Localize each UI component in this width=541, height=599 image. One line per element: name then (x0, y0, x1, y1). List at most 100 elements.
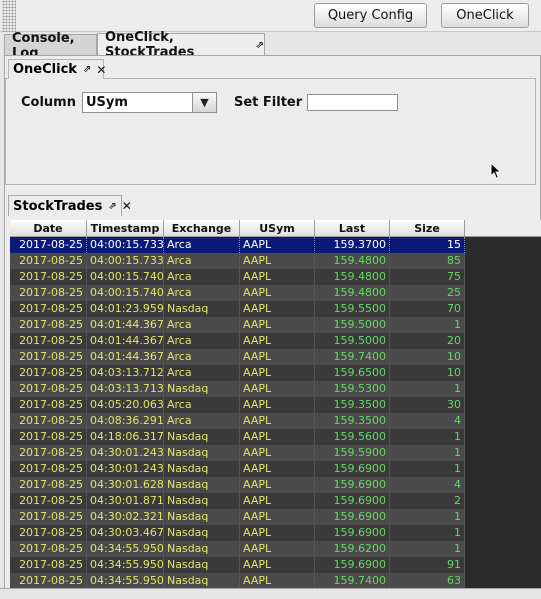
column-header-last[interactable]: Last (315, 220, 390, 237)
undock-icon[interactable]: ⇗ (108, 201, 116, 212)
cell-usym: AAPL (240, 301, 315, 317)
column-header-usym[interactable]: USym (240, 220, 315, 237)
tab-oneclick-stocktrades[interactable]: OneClick, StockTrades ⇗ (97, 30, 265, 60)
table-row[interactable]: 2017-08-25 04:34:55.950 Nasdaq AAPL 159.6200… (10, 541, 465, 557)
cell-exchange: Nasdaq (164, 557, 240, 573)
cell-size: 4 (390, 477, 465, 493)
cell-timestamp: 04:34:55.950 (87, 557, 164, 573)
cell-timestamp: 04:05:20.063 (87, 397, 164, 413)
table-row[interactable]: 2017-08-25 04:34:55.950 Nasdaq AAPL 159.7400… (10, 573, 465, 588)
cell-size: 1 (390, 541, 465, 557)
cell-exchange: Arca (164, 317, 240, 333)
query-config-button[interactable]: Query Config (314, 3, 427, 28)
cell-last: 159.5300 (315, 381, 390, 397)
table-row[interactable]: 2017-08-25 04:30:01.628 Nasdaq AAPL 159.6900… (10, 477, 465, 493)
stocktrades-tab-label: StockTrades (13, 198, 103, 214)
column-header-exchange[interactable]: Exchange (164, 220, 240, 237)
cell-usym: AAPL (240, 381, 315, 397)
cell-usym: AAPL (240, 461, 315, 477)
table-row[interactable]: 2017-08-25 04:18:06.317 Nasdaq AAPL 159.5600… (10, 429, 465, 445)
cell-exchange: Arca (164, 285, 240, 301)
table-row[interactable]: 2017-08-25 04:01:23.959 Nasdaq AAPL 159.5500… (10, 301, 465, 317)
cell-usym: AAPL (240, 237, 315, 253)
cell-date: 2017-08-25 (10, 285, 87, 301)
cell-date: 2017-08-25 (10, 253, 87, 269)
table-row[interactable]: 2017-08-25 04:00:15.740 Arca AAPL 159.4800 75 (10, 269, 465, 285)
cell-exchange: Nasdaq (164, 461, 240, 477)
cell-usym: AAPL (240, 285, 315, 301)
cell-size: 1 (390, 509, 465, 525)
cell-usym: AAPL (240, 429, 315, 445)
toolbar-grip-handle[interactable] (2, 0, 16, 32)
table-row[interactable]: 2017-08-25 04:01:44.367 Arca AAPL 159.5000 20 (10, 333, 465, 349)
oneclick-button[interactable]: OneClick (441, 3, 529, 28)
cell-size: 1 (390, 445, 465, 461)
tab-console-log[interactable]: Console, Log (4, 31, 97, 61)
cell-last: 159.6900 (315, 509, 390, 525)
cell-size: 1 (390, 317, 465, 333)
table-row[interactable]: 2017-08-25 04:34:55.950 Nasdaq AAPL 159.6900… (10, 557, 465, 573)
cell-size: 4 (390, 413, 465, 429)
cell-timestamp: 04:30:01.628 (87, 477, 164, 493)
cell-size: 1 (390, 525, 465, 541)
undock-icon[interactable]: ⇗ (83, 64, 91, 75)
cell-usym: AAPL (240, 413, 315, 429)
table-row[interactable]: 2017-08-25 04:03:13.712 Arca AAPL 159.6500 10 (10, 365, 465, 381)
set-filter-label: Set Filter : (234, 95, 312, 110)
table-row[interactable]: 2017-08-25 04:30:02.321 Nasdaq AAPL 159.6900… (10, 509, 465, 525)
table-row[interactable]: 2017-08-25 04:00:15.733 Arca AAPL 159.4800 85 (10, 253, 465, 269)
table-row[interactable]: 2017-08-25 04:30:01.243 Nasdaq AAPL 159.5900… (10, 445, 465, 461)
close-icon[interactable]: ✕ (96, 63, 106, 77)
cell-exchange: Arca (164, 333, 240, 349)
cell-timestamp: 04:34:55.950 (87, 541, 164, 557)
tab-stocktrades[interactable]: StockTrades ⇗ ✕ (8, 195, 132, 216)
cell-date: 2017-08-25 (10, 333, 87, 349)
cell-exchange: Nasdaq (164, 493, 240, 509)
chevron-down-icon[interactable]: ▼ (192, 93, 216, 112)
cell-date: 2017-08-25 (10, 413, 87, 429)
cell-exchange: Nasdaq (164, 477, 240, 493)
cell-exchange: Nasdaq (164, 301, 240, 317)
filter-input[interactable] (307, 94, 398, 111)
cell-timestamp: 04:03:13.713 (87, 381, 164, 397)
table-row[interactable]: 2017-08-25 04:08:36.291 Arca AAPL 159.3500 4 (10, 413, 465, 429)
cell-last: 159.6900 (315, 525, 390, 541)
cell-usym: AAPL (240, 541, 315, 557)
column-header-size[interactable]: Size (390, 220, 465, 237)
cell-exchange: Nasdaq (164, 445, 240, 461)
cell-exchange: Nasdaq (164, 381, 240, 397)
column-select[interactable]: USym ▼ (82, 92, 217, 113)
undock-icon[interactable]: ⇗ (256, 40, 264, 51)
cell-size: 1 (390, 381, 465, 397)
table-row[interactable]: 2017-08-25 04:01:44.367 Arca AAPL 159.7400 10 (10, 349, 465, 365)
table-row[interactable]: 2017-08-25 04:30:01.871 Nasdaq AAPL 159.6900… (10, 493, 465, 509)
table-row[interactable]: 2017-08-25 04:05:20.063 Arca AAPL 159.3500 30 (10, 397, 465, 413)
table-row[interactable]: 2017-08-25 04:03:13.713 Nasdaq AAPL 159.5300… (10, 381, 465, 397)
tab-oneclick[interactable]: OneClick ⇗ ✕ (8, 59, 106, 79)
oneclick-tab-label: OneClick (13, 62, 77, 77)
cell-size: 25 (390, 285, 465, 301)
cell-last: 159.4800 (315, 285, 390, 301)
close-icon[interactable]: ✕ (122, 199, 132, 213)
column-header-date[interactable]: Date (10, 220, 87, 237)
table-row[interactable]: 2017-08-25 04:00:15.733 Arca AAPL 159.3700 15 (10, 237, 465, 253)
table-row[interactable]: 2017-08-25 04:01:44.367 Arca AAPL 159.5000 1 (10, 317, 465, 333)
cell-date: 2017-08-25 (10, 269, 87, 285)
cell-last: 159.7400 (315, 573, 390, 588)
cell-date: 2017-08-25 (10, 477, 87, 493)
column-header-timestamp[interactable]: Timestamp (87, 220, 164, 237)
cell-date: 2017-08-25 (10, 237, 87, 253)
stocktrades-table: Date Timestamp Exchange USym Last Size 2… (10, 220, 541, 588)
table-row[interactable]: 2017-08-25 04:30:01.243 Nasdaq AAPL 159.6900… (10, 461, 465, 477)
table-row[interactable]: 2017-08-25 04:00:15.740 Arca AAPL 159.4800 25 (10, 285, 465, 301)
table-row[interactable]: 2017-08-25 04:30:03.467 Nasdaq AAPL 159.6900… (10, 525, 465, 541)
cell-last: 159.6500 (315, 365, 390, 381)
cell-date: 2017-08-25 (10, 365, 87, 381)
cell-exchange: Arca (164, 237, 240, 253)
cell-timestamp: 04:00:15.740 (87, 285, 164, 301)
cell-date: 2017-08-25 (10, 429, 87, 445)
cell-size: 30 (390, 397, 465, 413)
cell-date: 2017-08-25 (10, 445, 87, 461)
cell-size: 75 (390, 269, 465, 285)
cell-timestamp: 04:30:01.243 (87, 445, 164, 461)
